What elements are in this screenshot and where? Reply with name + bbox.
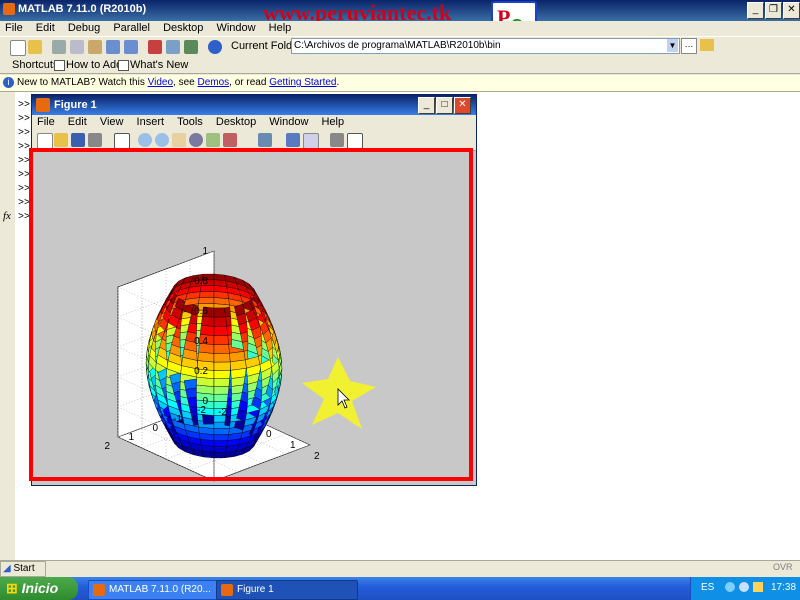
main-menu-bar: File Edit Debug Parallel Desktop Window … <box>0 21 800 36</box>
menu-debug[interactable]: Debug <box>63 21 105 36</box>
command-prompt: >> <box>18 128 31 139</box>
restore-button[interactable]: ❐ <box>765 2 782 19</box>
matlab-task-icon <box>93 584 105 596</box>
brush-icon[interactable] <box>223 133 237 147</box>
figure-minimize-button[interactable]: _ <box>418 97 435 114</box>
command-gutter: fx <box>0 92 15 560</box>
inicio-start-button[interactable]: ⊞ Inicio <box>0 577 78 600</box>
info-bar: i New to MATLAB? Watch this Video, see D… <box>0 75 800 92</box>
menu-help[interactable]: Help <box>264 21 297 36</box>
video-link[interactable]: Video <box>148 77 173 88</box>
shortcuts-label[interactable]: Shortcuts <box>12 59 58 71</box>
pan-icon[interactable] <box>172 133 186 147</box>
figure-menu-bar: File Edit View Insert Tools Desktop Wind… <box>32 115 476 130</box>
fx-icon[interactable]: fx <box>3 210 11 222</box>
new-file-icon[interactable] <box>10 40 26 56</box>
menu-desktop[interactable]: Desktop <box>158 21 208 36</box>
current-folder-input[interactable]: C:\Archivos de programa\MATLAB\R2010b\bi… <box>291 38 680 54</box>
print-icon[interactable] <box>88 133 102 147</box>
guide-icon[interactable] <box>166 40 180 54</box>
up-folder-icon[interactable] <box>700 39 714 51</box>
language-indicator[interactable]: ES <box>701 582 714 593</box>
figure-title-bar: Figure 1 _ □ ✕ <box>32 95 476 115</box>
simulink-icon[interactable] <box>148 40 162 54</box>
open-folder-icon[interactable] <box>28 40 42 54</box>
fig-menu-help[interactable]: Help <box>316 115 349 130</box>
clock: 17:38 <box>771 582 797 593</box>
folder-dropdown-icon[interactable]: ▼ <box>667 39 678 52</box>
figure-task-icon <box>221 584 233 596</box>
menu-parallel[interactable]: Parallel <box>108 21 155 36</box>
save-icon[interactable] <box>71 133 85 147</box>
help-icon[interactable] <box>208 40 222 54</box>
whats-new-icon <box>118 60 129 71</box>
whats-new-link[interactable]: What's New <box>130 59 188 71</box>
matlab-logo-icon <box>3 3 15 15</box>
paste-icon[interactable] <box>88 40 102 54</box>
fig-menu-tools[interactable]: Tools <box>172 115 208 130</box>
menu-edit[interactable]: Edit <box>31 21 60 36</box>
menu-file[interactable]: File <box>0 21 28 36</box>
new-figure-icon[interactable] <box>37 133 53 149</box>
rotate-3d-icon[interactable] <box>189 133 203 147</box>
redo-icon[interactable] <box>124 40 138 54</box>
fig-menu-file[interactable]: File <box>32 115 60 130</box>
taskbar-item-matlab[interactable]: MATLAB 7.11.0 (R20... <box>88 580 230 600</box>
figure-title: Figure 1 <box>54 99 97 111</box>
show-plot-tools-icon[interactable] <box>347 133 363 149</box>
shortcuts-bar: Shortcuts How to Add What's New <box>0 57 800 74</box>
browse-folder-button[interactable]: … <box>681 38 697 54</box>
highlight-frame <box>29 148 473 481</box>
copy-icon[interactable] <box>70 40 84 54</box>
ovr-indicator: OVR <box>773 562 793 572</box>
minimize-button[interactable]: _ <box>747 2 764 19</box>
fig-menu-view[interactable]: View <box>95 115 129 130</box>
safely-remove-icon[interactable] <box>739 582 749 592</box>
legend-icon[interactable] <box>303 133 319 149</box>
fig-menu-insert[interactable]: Insert <box>132 115 170 130</box>
undo-icon[interactable] <box>106 40 120 54</box>
taskbar-item-figure[interactable]: Figure 1 <box>216 580 358 600</box>
system-tray: ES 17:38 <box>690 577 800 600</box>
figure-maximize-button[interactable]: □ <box>436 97 453 114</box>
status-bar <box>0 560 800 578</box>
zoom-in-icon[interactable] <box>138 133 152 147</box>
getting-started-link[interactable]: Getting Started <box>269 77 336 88</box>
fig-menu-edit[interactable]: Edit <box>63 115 92 130</box>
cut-icon[interactable] <box>52 40 66 54</box>
close-button[interactable]: ✕ <box>783 2 800 19</box>
network-icon[interactable] <box>725 582 735 592</box>
info-icon: i <box>3 77 14 88</box>
menu-window[interactable]: Window <box>211 21 260 36</box>
how-to-add-icon <box>54 60 65 71</box>
how-to-add-link[interactable]: How to Add <box>66 59 122 71</box>
matlab-start-button[interactable]: ◢ Start <box>0 561 46 577</box>
command-prompt: >> <box>18 100 31 111</box>
demos-link[interactable]: Demos <box>197 77 229 88</box>
fig-menu-window[interactable]: Window <box>264 115 313 130</box>
pointer-icon[interactable] <box>114 133 130 149</box>
zoom-out-icon[interactable] <box>155 133 169 147</box>
hide-plot-tools-icon[interactable] <box>330 133 344 147</box>
open-file-icon[interactable] <box>54 133 68 147</box>
link-plot-icon[interactable] <box>258 133 272 147</box>
fig-menu-desktop[interactable]: Desktop <box>211 115 261 130</box>
figure-close-button[interactable]: ✕ <box>454 97 471 114</box>
window-title: MATLAB 7.11.0 (R2010b) <box>18 3 147 15</box>
matlab-figure-icon <box>36 98 50 112</box>
data-cursor-icon[interactable] <box>206 133 220 147</box>
volume-icon[interactable] <box>753 582 763 592</box>
command-prompt: >> <box>18 114 31 125</box>
profiler-icon[interactable] <box>184 40 198 54</box>
colorbar-icon[interactable] <box>286 133 300 147</box>
info-text: New to MATLAB? Watch this Video, see Dem… <box>17 77 340 88</box>
